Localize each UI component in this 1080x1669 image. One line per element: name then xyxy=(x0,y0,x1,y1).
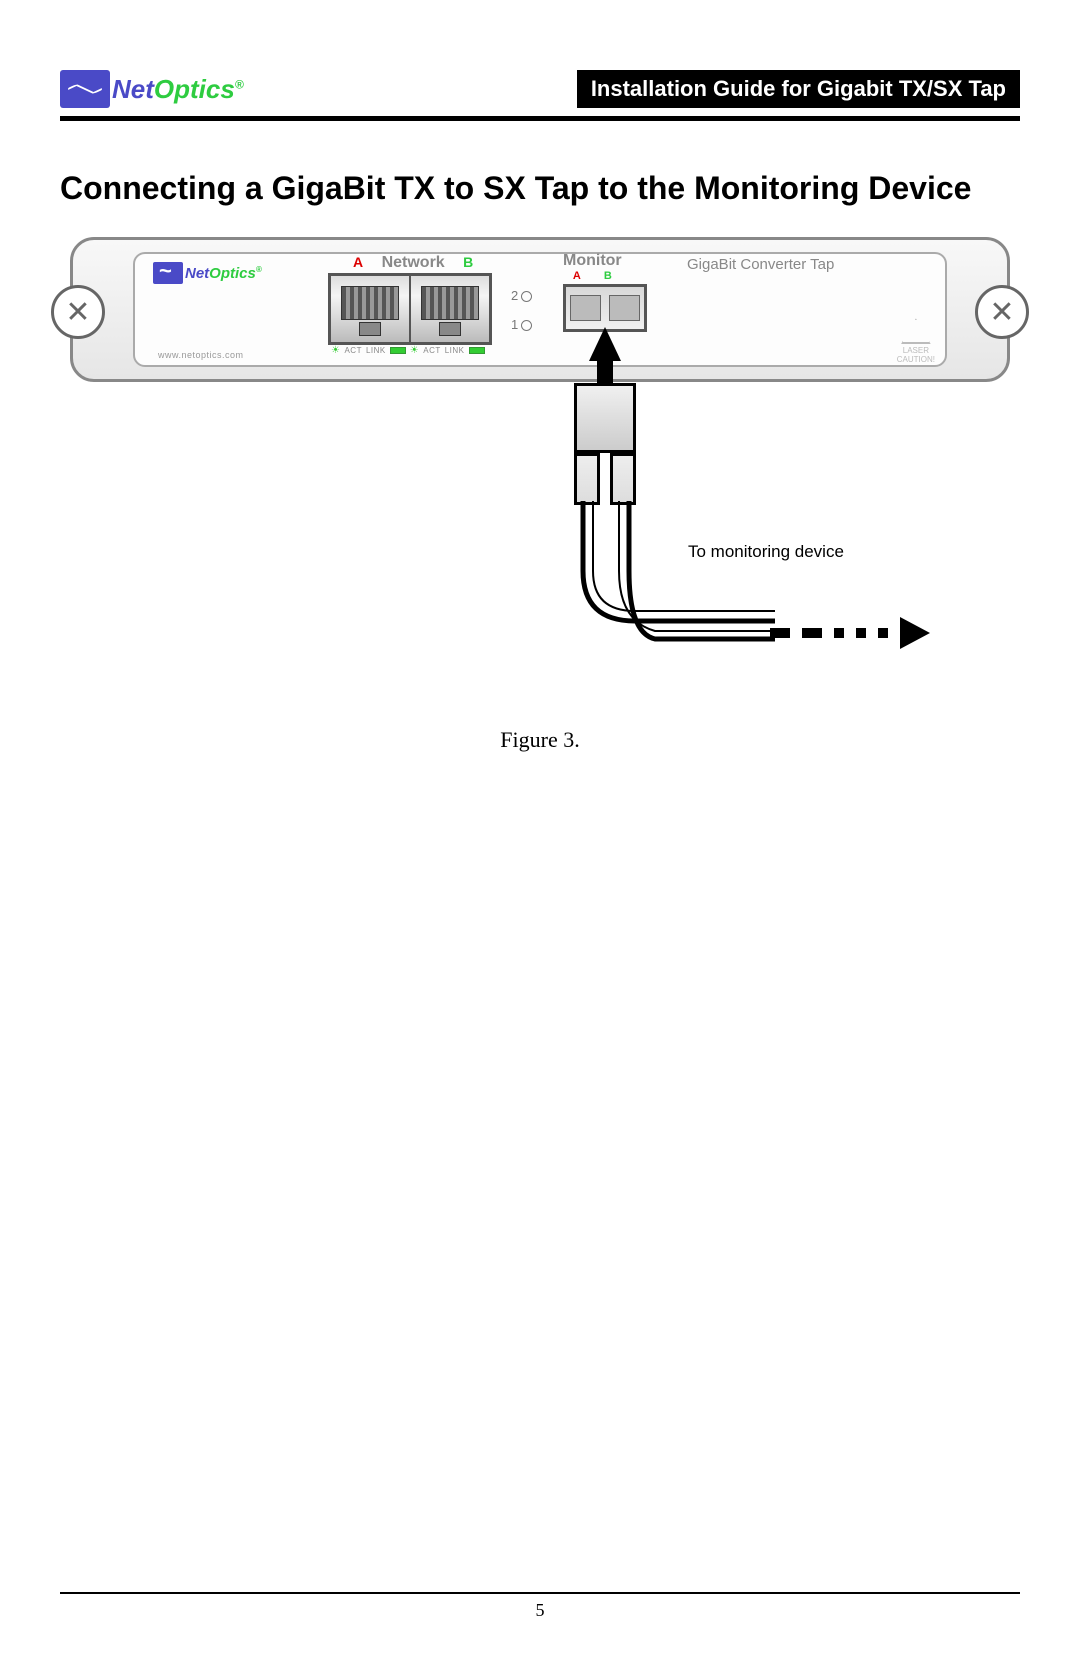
doc-title: Installation Guide for Gigabit TX/SX Tap xyxy=(577,70,1020,108)
figure-caption: Figure 3. xyxy=(60,727,1020,753)
network-a-label: A xyxy=(353,254,363,270)
page-footer: 5 xyxy=(60,1592,1020,1621)
led-icon: ☀ xyxy=(331,345,340,356)
dash-segment xyxy=(802,628,822,638)
laser-text-2: CAUTION! xyxy=(897,355,935,364)
panel-logo-net: Net xyxy=(185,265,209,282)
led-circle-icon xyxy=(521,320,532,331)
network-ports xyxy=(328,273,492,345)
arrow-right-icon xyxy=(900,617,930,649)
warning-triangle-icon xyxy=(901,318,931,344)
logo-optics: Optics xyxy=(154,74,235,104)
led-act-b: ACT xyxy=(423,346,441,355)
tilde-icon xyxy=(153,262,183,284)
led-indicator-icon xyxy=(469,347,485,354)
device-chassis: ✕ ✕ NetOptics® www.netoptics.com A Netwo… xyxy=(70,237,1010,382)
monitor-b-label: B xyxy=(604,270,612,282)
rj45-port-a xyxy=(330,275,410,343)
dash-segment xyxy=(834,628,844,638)
mount-screw-left: ✕ xyxy=(51,285,105,339)
power-2-label: 2 xyxy=(511,288,518,303)
led-row: ☀ ACT LINK ☀ ACT LINK xyxy=(331,345,485,356)
brand-logo: NetOptics® xyxy=(60,70,244,108)
tilde-icon xyxy=(60,70,110,108)
fiber-connector-legs xyxy=(574,453,636,505)
page-number: 5 xyxy=(60,1600,1020,1621)
led-act-a: ACT xyxy=(344,346,362,355)
laser-text-1: LASER xyxy=(897,346,935,355)
power-leds: 2 1 xyxy=(511,288,532,346)
section-heading: Connecting a GigaBit TX to SX Tap to the… xyxy=(60,169,1020,207)
logo-net: Net xyxy=(112,74,154,104)
header-rule xyxy=(60,116,1020,121)
mount-screw-right: ✕ xyxy=(975,285,1029,339)
connector-leg-a xyxy=(574,453,600,505)
dash-segment xyxy=(770,628,790,638)
cable-destination-label: To monitoring device xyxy=(688,542,844,562)
logo-reg: ® xyxy=(235,77,244,91)
monitor-title: Monitor xyxy=(563,252,622,270)
rj45-port-b xyxy=(410,275,490,343)
page-header: NetOptics® Installation Guide for Gigabi… xyxy=(60,70,1020,108)
panel-url: www.netoptics.com xyxy=(158,350,244,360)
led-circle-icon xyxy=(521,291,532,302)
panel-logo-optics: Optics xyxy=(209,265,256,282)
arrow-stem xyxy=(597,355,613,385)
led-link-a: LINK xyxy=(366,346,386,355)
dashed-arrow-right xyxy=(770,617,930,649)
panel-logo: NetOptics® xyxy=(153,262,262,284)
connector-leg-b xyxy=(610,453,636,505)
footer-rule xyxy=(60,1592,1020,1594)
power-1-label: 1 xyxy=(511,317,518,332)
led-indicator-icon xyxy=(390,347,406,354)
monitor-a-label: A xyxy=(573,270,581,282)
network-label: Network xyxy=(382,254,445,271)
fiber-connector xyxy=(574,383,636,453)
figure-illustration: ✕ ✕ NetOptics® www.netoptics.com A Netwo… xyxy=(70,237,1010,657)
monitor-fiber-port xyxy=(563,284,647,332)
monitor-label-block: Monitor A B xyxy=(563,252,622,282)
network-b-label: B xyxy=(463,254,473,270)
dash-segment xyxy=(856,628,866,638)
led-icon: ☀ xyxy=(410,345,419,356)
dash-segment xyxy=(878,628,888,638)
laser-warning: LASER CAUTION! xyxy=(897,318,935,364)
led-link-b: LINK xyxy=(445,346,465,355)
panel-logo-reg: ® xyxy=(256,265,262,274)
network-label-row: A Network B xyxy=(353,254,473,272)
product-label: GigaBit Converter Tap xyxy=(687,256,834,273)
